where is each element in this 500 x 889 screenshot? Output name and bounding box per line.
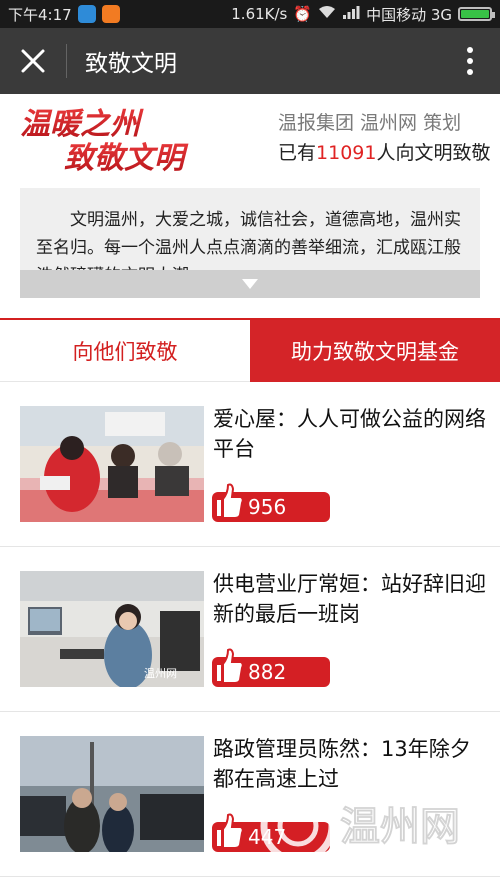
campaign-credit: 温报集团 温州网 策划 <box>278 112 462 134</box>
salute-count: 已有11091人向文明致敬 <box>278 142 491 164</box>
more-vertical-icon <box>467 47 473 75</box>
tab-support-fund[interactable]: 助力致敬文明基金 <box>250 320 500 382</box>
app-notification-icon <box>77 5 96 23</box>
intro-text: 文明温州，大爱之城，诚信社会，道德高地，温州实至名归。每一个温州人点点滴滴的善举… <box>36 210 461 272</box>
story-title: 爱心屋：人人可做公益的网络平台 <box>213 407 486 461</box>
tab-bar: 向他们致敬 助力致敬文明基金 <box>0 318 500 382</box>
more-menu-button[interactable] <box>440 28 500 94</box>
story-title: 路政管理员陈然：13年除夕都在高速上过 <box>213 737 471 791</box>
expand-intro-button[interactable] <box>20 270 480 298</box>
status-time: 下午4:17 <box>8 5 72 24</box>
status-bar: 下午4:17 1.61K/s ⏰ 中国移动 3G <box>0 0 500 28</box>
header-divider <box>66 44 67 78</box>
carrier-label: 中国移动 3G <box>366 5 452 24</box>
hero-banner: 温暖之州 致敬文明 温报集团 温州网 策划 已有11091人向文明致敬 <box>0 94 500 188</box>
list-item[interactable]: 温州网 供电营业厅常姮：站好辞旧迎新的最后一班岗 882 <box>0 547 500 712</box>
network-speed: 1.61K/s <box>231 5 288 23</box>
story-thumbnail <box>20 406 204 522</box>
list-item[interactable]: 路政管理员陈然：13年除夕都在高速上过 447 <box>0 712 500 877</box>
thumbs-up-icon <box>215 813 244 849</box>
like-button[interactable]: 882 <box>212 648 330 687</box>
list-item[interactable]: 爱心屋：人人可做公益的网络平台 956 <box>0 382 500 547</box>
thumbs-up-icon <box>215 648 244 684</box>
story-list: 爱心屋：人人可做公益的网络平台 956 温州网 供电营业厅常姮：站好辞旧迎新的最… <box>0 382 500 877</box>
intro-box: 文明温州，大爱之城，诚信社会，道德高地，温州实至名归。每一个温州人点点滴滴的善举… <box>20 188 480 298</box>
story-thumbnail: 温州网 <box>20 571 204 687</box>
salute-count-number: 11091 <box>316 142 377 164</box>
app-header: 致敬文明 <box>0 28 500 94</box>
like-count: 882 <box>248 660 287 684</box>
alarm-icon: ⏰ <box>293 5 313 23</box>
signal-icon <box>342 5 360 23</box>
close-button[interactable] <box>0 28 66 94</box>
shopping-notification-icon <box>101 5 120 23</box>
like-count: 447 <box>248 825 287 849</box>
svg-text:致敬文明: 致敬文明 <box>64 141 189 176</box>
story-title: 供电营业厅常姮：站好辞旧迎新的最后一班岗 <box>213 572 486 626</box>
story-thumbnail <box>20 736 204 852</box>
thumbs-up-icon <box>215 483 244 519</box>
like-button[interactable]: 447 <box>212 813 330 852</box>
tab-salute-them[interactable]: 向他们致敬 <box>0 320 250 382</box>
close-icon <box>21 49 45 73</box>
page-title: 致敬文明 <box>85 51 177 77</box>
svg-text:温暖之州: 温暖之州 <box>20 107 144 142</box>
like-count: 956 <box>248 495 287 519</box>
svg-text:温州网: 温州网 <box>144 667 177 680</box>
campaign-logo: 温暖之州 致敬文明 <box>20 107 189 176</box>
like-button[interactable]: 956 <box>212 483 330 522</box>
wifi-icon <box>318 5 336 23</box>
battery-icon <box>458 7 495 21</box>
chevron-down-icon <box>242 279 258 289</box>
